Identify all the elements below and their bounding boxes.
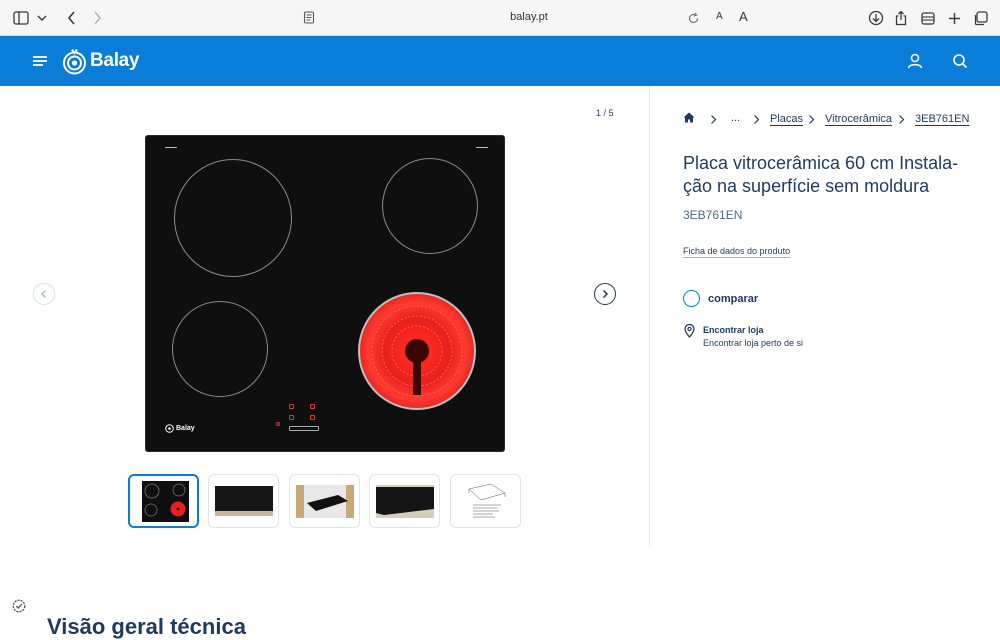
- location-pin-icon: [684, 323, 695, 343]
- share-icon[interactable]: [892, 9, 910, 27]
- control-indicator: [289, 404, 294, 409]
- search-icon[interactable]: [951, 52, 969, 70]
- thumbnail-2[interactable]: [208, 474, 279, 528]
- browser-toolbar: balay.pt A A: [0, 0, 1000, 36]
- thumbnail-4[interactable]: [369, 474, 440, 528]
- compare-label[interactable]: comparar: [708, 293, 758, 305]
- sidebar-toggle-icon[interactable]: [12, 9, 30, 27]
- breadcrumb-vitroceramica[interactable]: Vitrocerâmica: [825, 113, 892, 125]
- cooking-zone-rear-left: [174, 159, 292, 277]
- hob-marking: [165, 147, 177, 148]
- extension-icon[interactable]: [919, 9, 937, 27]
- reload-icon[interactable]: [684, 9, 702, 27]
- download-icon[interactable]: [867, 9, 885, 27]
- site-header: Balay: [0, 36, 1000, 86]
- datasheet-link[interactable]: Ficha de dados do produto: [683, 246, 790, 256]
- cooking-zone-front-right-active: [358, 292, 476, 410]
- address-bar[interactable]: balay.pt A A: [296, 6, 762, 30]
- product-sku: 3EB761EN: [683, 208, 743, 222]
- hob-brand-text: Balay: [176, 425, 195, 432]
- text-smaller-button[interactable]: A: [716, 11, 723, 22]
- breadcrumb-product-code[interactable]: 3EB761EN: [915, 113, 969, 125]
- home-icon[interactable]: [683, 112, 695, 126]
- chevron-right-icon: [602, 289, 609, 299]
- breadcrumb: ... Placas Vitrocerâmica 3EB761EN: [683, 111, 983, 127]
- find-store-subtitle: Encontrar loja perto de si: [703, 338, 804, 348]
- badge-check-icon[interactable]: [12, 599, 26, 613]
- breadcrumb-placas[interactable]: Placas: [770, 113, 803, 125]
- forward-icon[interactable]: [88, 9, 106, 27]
- touch-slider: [289, 426, 319, 431]
- tabs-overview-icon[interactable]: [971, 9, 989, 27]
- brand-name: Balay: [90, 50, 140, 71]
- text-larger-button[interactable]: A: [739, 9, 748, 24]
- cooking-zone-rear-right: [382, 158, 478, 254]
- image-counter: 1 / 5: [596, 108, 614, 118]
- chevron-right-icon: [809, 115, 815, 124]
- find-store-title[interactable]: Encontrar loja: [703, 325, 764, 335]
- breadcrumb-ellipsis[interactable]: ...: [731, 112, 740, 124]
- thumbnail-1[interactable]: [128, 474, 199, 528]
- chevron-right-icon: [899, 115, 905, 124]
- cooking-zone-front-left: [172, 301, 268, 397]
- balay-logo-icon: [63, 48, 86, 74]
- product-image-hob: Balay: [146, 136, 504, 451]
- gallery-next-button[interactable]: [594, 283, 616, 305]
- thumbnail-5[interactable]: [450, 474, 521, 528]
- thumbnail-3[interactable]: [289, 474, 360, 528]
- user-icon[interactable]: [906, 52, 924, 70]
- column-divider: [649, 86, 650, 546]
- control-indicator: [289, 415, 294, 420]
- back-icon[interactable]: [63, 9, 81, 27]
- chevron-left-icon: [41, 290, 46, 298]
- control-indicator: [310, 415, 315, 420]
- compare-checkbox[interactable]: [683, 290, 700, 307]
- chevron-down-icon[interactable]: [33, 9, 51, 27]
- hob-brand-label: Balay: [165, 424, 195, 433]
- balay-logo[interactable]: Balay: [62, 46, 140, 76]
- hob-marking: [476, 147, 488, 148]
- gallery-prev-button[interactable]: [33, 283, 55, 305]
- chevron-right-icon: [711, 115, 717, 124]
- section-heading: Visão geral técnica: [47, 614, 246, 639]
- chevron-right-icon: [754, 115, 760, 124]
- menu-icon[interactable]: [31, 52, 49, 70]
- power-indicator: [276, 422, 280, 426]
- new-tab-icon[interactable]: [945, 9, 963, 27]
- product-title: Placa vitrocerâmica 60 cm Instala-ção na…: [683, 153, 959, 196]
- control-indicator: [310, 404, 315, 409]
